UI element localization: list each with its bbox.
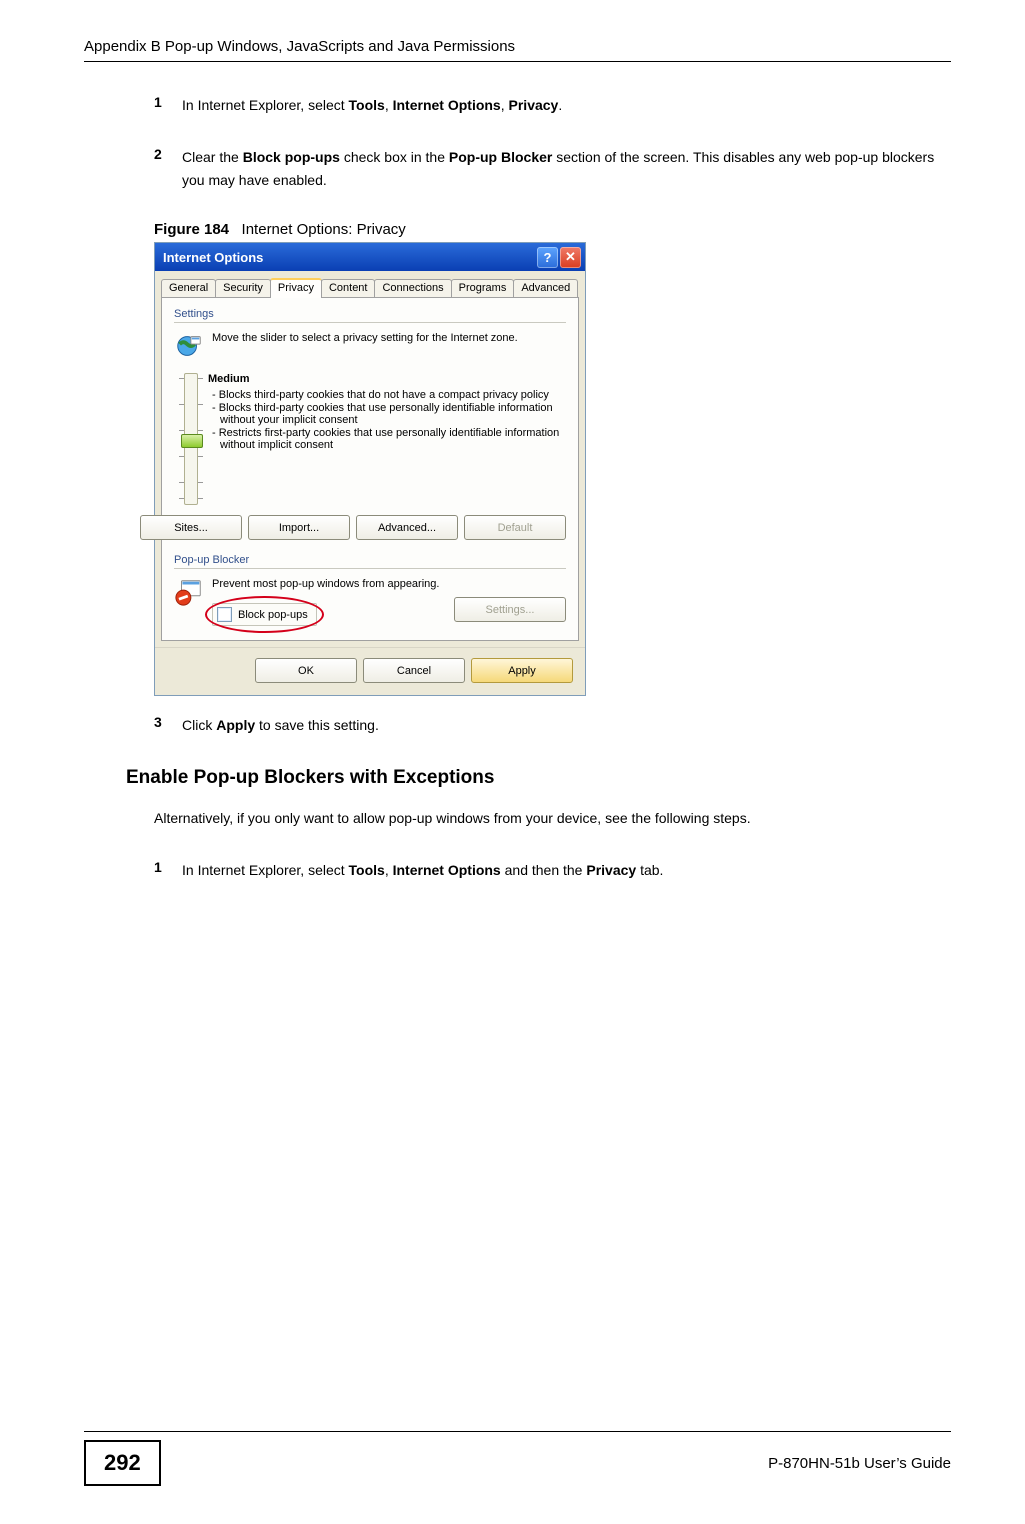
- t: Internet Options: [393, 862, 501, 878]
- step-1-text: In Internet Explorer, select Tools, Inte…: [182, 94, 562, 116]
- t: Clear the: [182, 149, 243, 165]
- figure-title: Internet Options: Privacy: [242, 221, 406, 238]
- tab-privacy[interactable]: Privacy: [270, 278, 322, 298]
- privacy-level-bullets: Blocks third-party cookies that do not h…: [208, 389, 566, 451]
- ok-button[interactable]: OK: [255, 658, 357, 683]
- dialog-titlebar[interactable]: Internet Options ? ✕: [155, 243, 585, 271]
- header-rule: [84, 61, 951, 62]
- popup-blocker-desc: Prevent most pop-up windows from appeari…: [212, 577, 566, 591]
- settings-section-title: Settings: [174, 308, 566, 323]
- guide-name: P-870HN-51b User’s Guide: [768, 1455, 951, 1472]
- dialog-title: Internet Options: [163, 250, 535, 265]
- running-head: Appendix B Pop-up Windows, JavaScripts a…: [84, 38, 951, 55]
- t: In Internet Explorer, select: [182, 97, 349, 113]
- bullet: Blocks third-party cookies that use pers…: [220, 402, 566, 426]
- globe-icon: [174, 331, 204, 361]
- bullet: Blocks third-party cookies that do not h…: [220, 389, 566, 401]
- block-popups-label: Block pop-ups: [238, 609, 308, 621]
- tab-content[interactable]: Content: [321, 279, 376, 297]
- t: .: [558, 97, 562, 113]
- t: ,: [385, 97, 393, 113]
- t: and then the: [501, 862, 587, 878]
- block-popups-checkbox-row[interactable]: Block pop-ups: [212, 603, 317, 626]
- figure-caption: Figure 184 Internet Options: Privacy: [154, 221, 951, 238]
- t: Apply: [216, 717, 255, 733]
- popup-settings-button: Settings...: [454, 597, 566, 622]
- t: tab.: [636, 862, 663, 878]
- apply-button[interactable]: Apply: [471, 658, 573, 683]
- page-footer: 292 P-870HN-51b User’s Guide: [0, 1431, 1025, 1486]
- popup-blocker-row: Prevent most pop-up windows from appeari…: [174, 577, 566, 626]
- section2-step-1: 1 In Internet Explorer, select Tools, In…: [154, 859, 951, 881]
- t: In Internet Explorer, select: [182, 862, 349, 878]
- privacy-panel: Settings Move the slider to select a pri…: [161, 297, 579, 641]
- t: Privacy: [586, 862, 636, 878]
- step-2-number: 2: [154, 146, 182, 162]
- t: ,: [385, 862, 393, 878]
- section2-step-1-number: 1: [154, 859, 182, 875]
- figure-184: Internet Options ? ✕ General Security Pr…: [154, 242, 951, 696]
- alt-paragraph: Alternatively, if you only want to allow…: [154, 807, 951, 829]
- slider-thumb[interactable]: [181, 434, 203, 448]
- tab-bar: General Security Privacy Content Connect…: [155, 271, 585, 297]
- t: Tools: [349, 862, 385, 878]
- step-3-text: Click Apply to save this setting.: [182, 714, 379, 736]
- privacy-slider-block: Medium Blocks third-party cookies that d…: [174, 373, 566, 505]
- t: Block pop-ups: [243, 149, 340, 165]
- dialog-footer: OK Cancel Apply: [155, 647, 585, 695]
- heading-enable-popup-exceptions: Enable Pop-up Blockers with Exceptions: [126, 767, 951, 789]
- page-number: 292: [84, 1440, 161, 1486]
- step-2: 2 Clear the Block pop-ups check box in t…: [154, 146, 951, 191]
- close-button[interactable]: ✕: [560, 247, 581, 268]
- tab-programs[interactable]: Programs: [451, 279, 515, 297]
- t: Pop-up Blocker: [449, 149, 552, 165]
- sites-button[interactable]: Sites...: [140, 515, 242, 540]
- body-content: 1 In Internet Explorer, select Tools, In…: [154, 94, 951, 882]
- privacy-slider[interactable]: [174, 373, 208, 505]
- settings-desc: Move the slider to select a privacy sett…: [212, 331, 518, 361]
- t: check box in the: [340, 149, 449, 165]
- privacy-level-name: Medium: [208, 373, 566, 385]
- section2-step-1-text: In Internet Explorer, select Tools, Inte…: [182, 859, 663, 881]
- settings-buttons: Sites... Import... Advanced... Default: [174, 515, 566, 540]
- step-1-number: 1: [154, 94, 182, 110]
- help-button[interactable]: ?: [537, 247, 558, 268]
- slider-track: [184, 373, 198, 505]
- t: Internet Options: [393, 97, 501, 113]
- default-button: Default: [464, 515, 566, 540]
- popup-blocker-body: Prevent most pop-up windows from appeari…: [212, 577, 566, 626]
- t: Tools: [349, 97, 385, 113]
- internet-options-dialog: Internet Options ? ✕ General Security Pr…: [154, 242, 586, 696]
- tab-security[interactable]: Security: [215, 279, 271, 297]
- t: Click: [182, 717, 216, 733]
- tab-advanced[interactable]: Advanced: [513, 279, 578, 297]
- popup-blocker-section-title: Pop-up Blocker: [174, 554, 566, 569]
- popup-blocker-icon: [174, 577, 204, 607]
- tab-connections[interactable]: Connections: [374, 279, 451, 297]
- import-button[interactable]: Import...: [248, 515, 350, 540]
- step-3-number: 3: [154, 714, 182, 730]
- block-popups-checkbox[interactable]: [217, 607, 232, 622]
- footer-rule: [84, 1431, 951, 1432]
- settings-desc-row: Move the slider to select a privacy sett…: [174, 331, 566, 361]
- privacy-level: Medium Blocks third-party cookies that d…: [208, 373, 566, 505]
- step-1: 1 In Internet Explorer, select Tools, In…: [154, 94, 951, 116]
- tab-general[interactable]: General: [161, 279, 216, 297]
- advanced-button[interactable]: Advanced...: [356, 515, 458, 540]
- cancel-button[interactable]: Cancel: [363, 658, 465, 683]
- t: ,: [501, 97, 509, 113]
- t: to save this setting.: [255, 717, 379, 733]
- step-3: 3 Click Apply to save this setting.: [154, 714, 951, 736]
- bullet: Restricts first-party cookies that use p…: [220, 427, 566, 451]
- step-2-text: Clear the Block pop-ups check box in the…: [182, 146, 951, 191]
- figure-label: Figure 184: [154, 221, 229, 238]
- t: Privacy: [509, 97, 559, 113]
